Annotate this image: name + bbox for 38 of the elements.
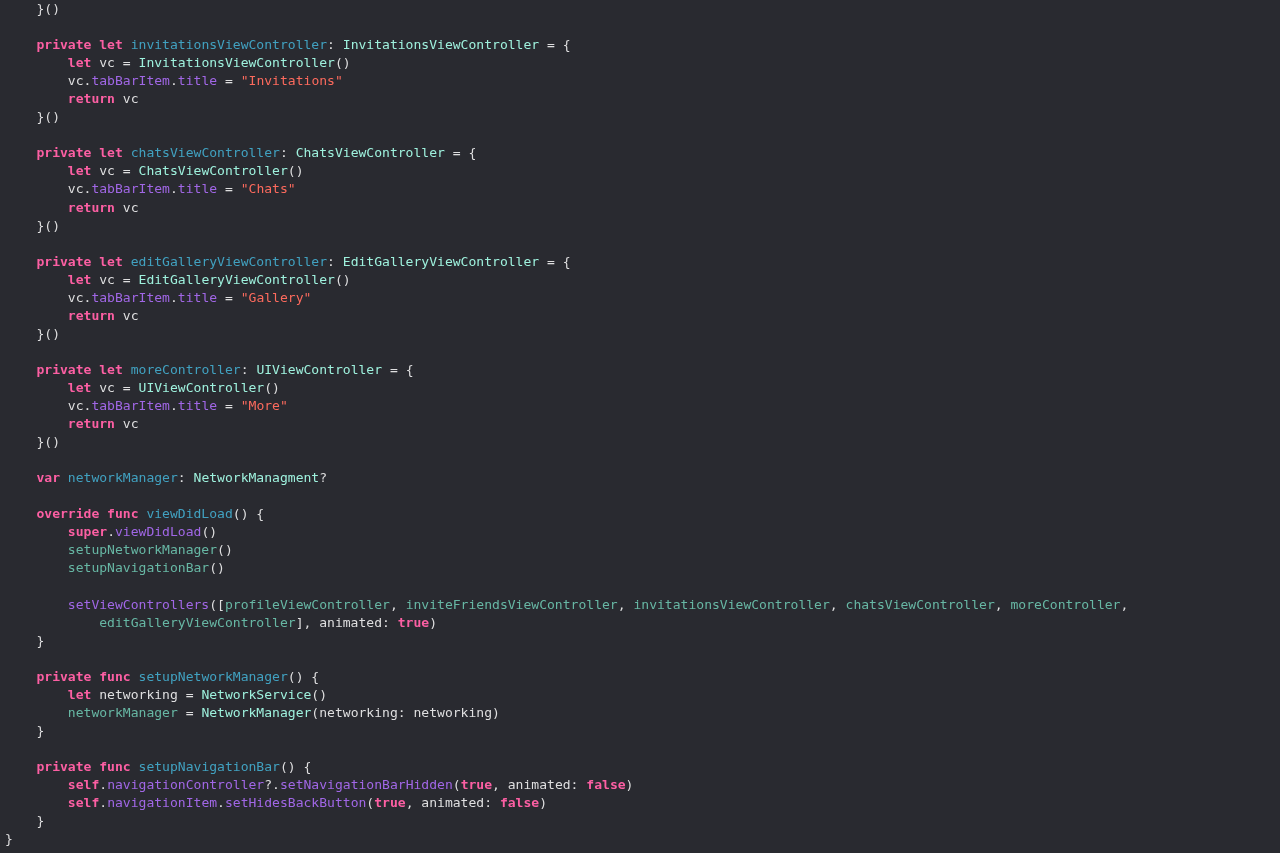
code-line: } [35,812,45,831]
code-line: }() [35,216,60,235]
code-line: } [35,721,45,740]
code-line: vc.tabBarItem.title = "Chats" [66,180,296,199]
code-line: private let editGalleryViewController: EditGalleryViewController = { [35,252,571,271]
code-line: private func setupNetworkManager() { [35,667,320,686]
code-line: override func viewDidLoad() { [35,505,265,524]
code-line: super.viewDidLoad() [66,523,218,542]
code-line: } [35,631,45,650]
code-line: private let invitationsViewController: InvitationsViewController = { [35,36,571,55]
code-line: vc.tabBarItem.title = "Invitations" [66,72,343,91]
code-line: let vc = InvitationsViewController() [66,54,351,73]
code-line: }() [35,324,60,343]
code-line: return vc [66,415,139,434]
code-line: vc.tabBarItem.title = "Gallery" [66,288,312,307]
code-line: let vc = UIViewController() [66,379,280,397]
code-line: } [5,830,13,849]
code-line: vc.tabBarItem.title = "More" [66,397,288,416]
code-line: return vc [66,90,139,109]
code-line: private let chatsViewController: ChatsViewController = { [35,144,477,163]
code-line: let vc = EditGalleryViewController() [66,270,351,289]
code-line: self.navigationController?.setNavigationBarHidden(true, animated: false) [66,776,634,794]
code-line: return vc [66,198,139,217]
code-line: var networkManager: NetworkManagment? [35,469,328,488]
code-line: setupNetworkManager() [66,541,233,560]
code-line: }() [35,108,60,127]
code-line: self.navigationItem.setHidesBackButton(true, animated: false) [66,794,548,813]
code-line: setupNavigationBar() [66,559,225,578]
code-line: networkManager = NetworkManager(networking: networking) [66,703,500,722]
code-line: private func setupNavigationBar() { [35,757,312,776]
code-line: let vc = ChatsViewController() [66,162,304,181]
code-line: let networking = NetworkService() [66,685,328,704]
code-line: return vc [66,306,139,325]
code-line: setViewControllers([profileViewController, inviteFriendsViewController, invitationsViewController, chatsViewController, moreController, [66,595,1129,614]
code-line: }() [35,0,60,18]
code-line: }() [35,433,60,452]
code-line: editGalleryViewController], animated: true) [98,613,438,632]
code-line: private let moreController: UIViewController = { [35,360,414,379]
